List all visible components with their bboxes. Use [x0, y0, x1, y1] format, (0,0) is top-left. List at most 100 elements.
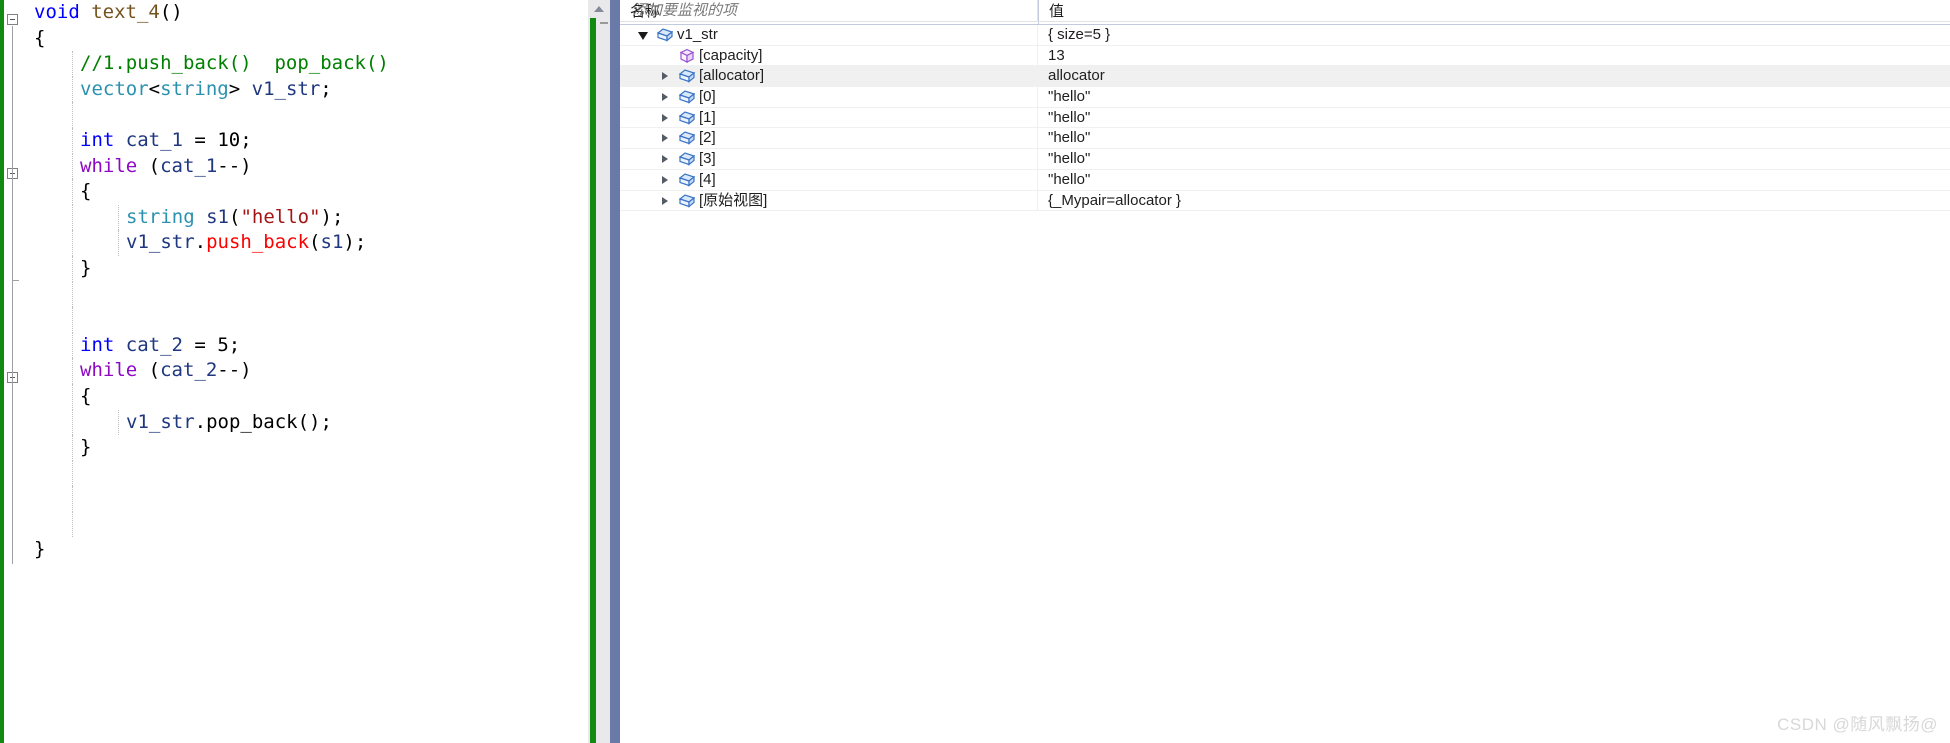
watch-row[interactable]: [3] "hello" — [620, 149, 1950, 170]
watch-name-cell[interactable]: [4] — [620, 169, 1038, 190]
code-line-text: } — [80, 436, 91, 458]
watch-name-cell[interactable]: [1] — [620, 107, 1038, 128]
struct-icon — [678, 89, 696, 105]
scrollbar-annotation-mark-icon — [600, 22, 608, 24]
code-line[interactable]: while (cat_2--) — [22, 358, 588, 384]
code-line[interactable]: { — [22, 26, 588, 52]
code-line[interactable]: while (cat_1--) — [22, 153, 588, 180]
watch-row[interactable]: [原始视图] {_Mypair=allocator } — [620, 190, 1950, 212]
code-line[interactable]: vector<string> v1_str; — [22, 76, 588, 103]
code-line[interactable]: } — [22, 435, 588, 461]
expander-expand-icon[interactable] — [660, 92, 670, 103]
watch-value-cell[interactable]: 13 — [1038, 46, 1950, 66]
chevron-right-icon — [662, 175, 668, 184]
watch-window[interactable]: 名称 值 v1_str{ size=5 } [capacity] 13 [alloca… — [620, 0, 1950, 743]
code-token: --) — [217, 359, 252, 382]
watch-name-cell[interactable]: [0] — [620, 87, 1038, 107]
code-line[interactable]: } — [22, 255, 588, 282]
watermark-text: CSDN @随风飘扬@ — [1777, 715, 1938, 734]
indent-guide — [72, 51, 73, 77]
expander-expand-icon[interactable] — [660, 196, 670, 207]
expander-expand-icon[interactable] — [660, 154, 670, 165]
code-editor-pane[interactable]: void text_4() {//1.push_back() pop_back()… — [0, 0, 588, 743]
indent-guide — [72, 486, 73, 512]
code-token: text_4 — [91, 1, 160, 23]
expander-expand-icon[interactable] — [660, 71, 670, 82]
code-line[interactable]: //1.push_back() pop_back() — [22, 51, 588, 77]
watch-value-cell[interactable]: { size=5 } — [1038, 25, 1950, 45]
indent-guide — [72, 409, 73, 436]
code-token: void — [34, 1, 80, 23]
expander-expand-icon[interactable] — [660, 175, 670, 186]
code-token: 5 — [217, 333, 229, 356]
code-token: while — [80, 359, 138, 382]
watch-name-cell[interactable]: [capacity] — [620, 45, 1038, 66]
outline-connector-line — [12, 179, 13, 282]
code-line-text: } — [34, 538, 45, 560]
code-line[interactable]: v1_str.pop_back(); — [22, 409, 588, 436]
watch-row[interactable]: [2] "hello" — [620, 128, 1950, 150]
watch-name-label: [3] — [699, 150, 716, 168]
watch-row[interactable]: [capacity] 13 — [620, 45, 1950, 67]
expander-expand-icon[interactable] — [660, 133, 670, 144]
watch-name-label: [原始视图] — [699, 191, 768, 209]
watch-name-cell[interactable]: [3] — [620, 149, 1038, 169]
code-token: > — [228, 77, 252, 100]
code-line[interactable]: { — [22, 179, 588, 205]
watch-value-cell[interactable]: "hello" — [1038, 149, 1950, 169]
watch-name-cell[interactable]: [原始视图] — [620, 190, 1038, 211]
indent-guide — [72, 332, 73, 359]
outline-end-tick — [12, 280, 19, 281]
code-token: . — [194, 410, 207, 433]
code-line[interactable] — [22, 281, 588, 308]
expander-collapse-icon[interactable] — [638, 30, 648, 41]
watch-value-cell[interactable]: "hello" — [1038, 128, 1950, 148]
watch-name-label: [0] — [699, 88, 716, 106]
code-line[interactable]: int cat_1 = 10; — [22, 127, 588, 154]
expander-expand-icon[interactable] — [660, 113, 670, 124]
code-line[interactable] — [22, 511, 588, 538]
add-watch-name-cell[interactable]: 添加要监视的项 — [620, 0, 1038, 21]
code-token: { — [80, 384, 92, 407]
watch-row[interactable]: [allocator] allocator — [620, 66, 1950, 88]
code-line-text: { — [80, 180, 91, 202]
code-line[interactable] — [22, 460, 588, 487]
code-line[interactable]: int cat_2 = 5; — [22, 332, 588, 359]
watch-value-cell[interactable]: allocator — [1038, 66, 1950, 86]
watch-row[interactable]: [1] "hello" — [620, 107, 1950, 129]
code-token: = — [182, 333, 218, 356]
editor-outline-gutter[interactable] — [4, 0, 22, 743]
watch-row[interactable]: [0] "hello" — [620, 87, 1950, 108]
code-line[interactable] — [22, 102, 588, 128]
code-line[interactable]: } — [22, 537, 588, 563]
pane-splitter[interactable] — [610, 0, 620, 743]
code-line[interactable]: void text_4() — [22, 0, 588, 26]
code-line[interactable]: { — [22, 383, 588, 410]
watch-name-cell[interactable]: v1_str — [620, 25, 1038, 45]
watch-row[interactable]: [4] "hello" — [620, 169, 1950, 191]
code-token: (); — [297, 410, 332, 433]
watch-value-cell[interactable]: "hello" — [1038, 87, 1950, 107]
code-line[interactable] — [22, 486, 588, 512]
code-token: --) — [217, 154, 252, 177]
scroll-up-arrow-icon[interactable] — [588, 0, 610, 18]
watch-value-cell[interactable]: "hello" — [1038, 108, 1950, 128]
watch-row[interactable]: v1_str { size=5 } — [620, 25, 1950, 46]
indent-guide — [72, 383, 73, 410]
watch-name-cell[interactable]: [2] — [620, 128, 1038, 149]
code-line[interactable]: string s1("hello"); — [22, 204, 588, 231]
code-line-text: vector<string> v1_str; — [80, 78, 332, 100]
outline-collapse-box[interactable] — [7, 14, 18, 25]
indent-guide — [72, 127, 73, 154]
add-watch-value-cell[interactable] — [1038, 0, 1950, 21]
watch-value-cell[interactable]: {_Mypair=allocator } — [1038, 191, 1950, 211]
add-watch-row[interactable]: 添加要监视的项 — [620, 0, 1950, 22]
outline-connector-line — [12, 384, 13, 564]
code-line[interactable] — [22, 307, 588, 333]
watch-name-cell[interactable]: [allocator] — [620, 66, 1038, 87]
code-text-area[interactable]: void text_4() {//1.push_back() pop_back()… — [22, 0, 588, 743]
code-line-text: { — [80, 385, 91, 407]
code-line[interactable]: v1_str.push_back(s1); — [22, 230, 588, 256]
watch-value-cell[interactable]: "hello" — [1038, 170, 1950, 190]
editor-vertical-scrollbar[interactable] — [588, 0, 610, 743]
